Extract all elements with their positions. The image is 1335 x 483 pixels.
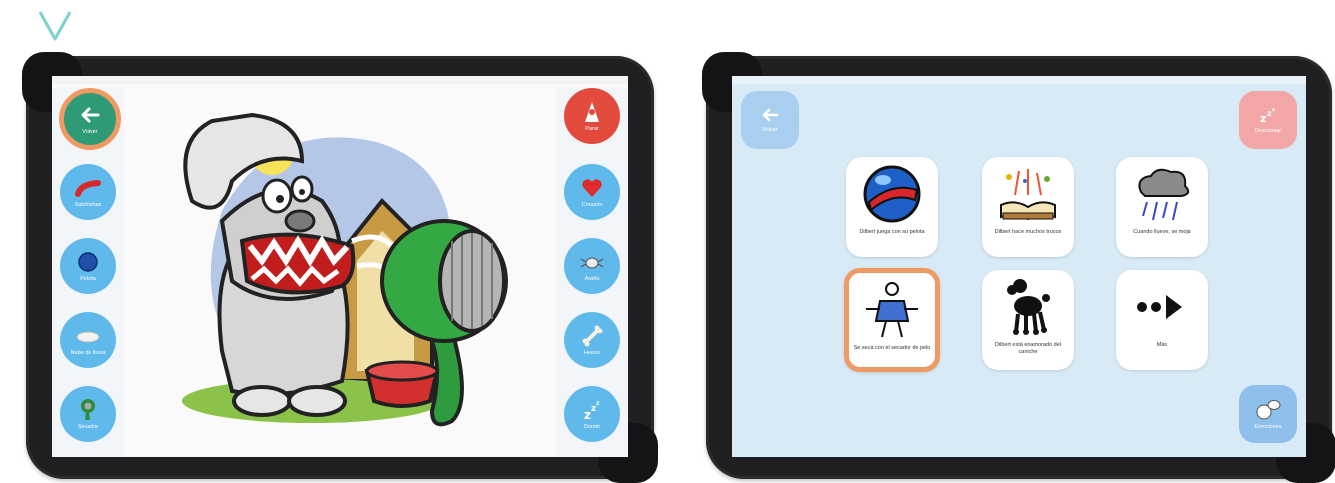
heart-icon — [578, 177, 606, 199]
tile-caption: Dilbert está enamorado del caniche — [994, 342, 1062, 355]
story-tile[interactable]: Dilbert juega con su pelota — [846, 157, 938, 257]
hair-dryer-icon — [74, 398, 102, 421]
bone-label: Hueso — [584, 349, 600, 356]
sleep-icon: zzz — [1260, 107, 1275, 124]
screen-scene: Volver Salchichas Pelota Nube de lluvia — [52, 76, 628, 457]
ball-icon — [74, 251, 102, 273]
bone-icon — [578, 325, 606, 347]
svg-text:z: z — [1272, 107, 1275, 113]
story-tile-selected[interactable]: Se seca con el secador de pelo — [844, 268, 940, 372]
feelings-button[interactable]: Emociones — [1239, 385, 1297, 443]
more-tile[interactable]: Más — [1116, 270, 1208, 370]
spider-icon — [578, 251, 606, 273]
svg-text:z: z — [1260, 112, 1266, 124]
magic-book-icon — [992, 163, 1064, 225]
spider-label: Araña — [584, 275, 600, 282]
tile-caption: Cuando llueve, se moja — [1133, 229, 1191, 235]
hair-dryer-person-icon — [856, 279, 928, 341]
hair-dryer-label: Secador — [77, 423, 99, 430]
sleep-button[interactable]: zzz Dormir — [564, 386, 620, 442]
stop-icon — [578, 101, 606, 123]
back-label: Volver — [82, 128, 98, 135]
tablet-right: Volver zzz Descansar Emociones Dilbert j… — [702, 52, 1335, 483]
feelings-label: Emociones — [1254, 423, 1282, 430]
tile-caption: Más — [1156, 342, 1168, 348]
rain-cloud-icon — [1126, 163, 1198, 225]
svg-text:z: z — [584, 408, 591, 421]
window-titlebar — [732, 76, 1306, 84]
thinking-face-icon — [1256, 399, 1281, 419]
cloud-icon — [74, 325, 102, 347]
back-button[interactable]: Volver — [59, 88, 121, 150]
sausage-button[interactable]: Salchichas — [60, 164, 116, 220]
stop-button[interactable]: Parar — [564, 88, 620, 144]
rest-button[interactable]: zzz Descansar — [1239, 91, 1297, 149]
cloud-label: Nube de lluvia — [70, 349, 106, 356]
stop-label: Parar — [585, 125, 599, 132]
dog-illustration — [182, 112, 508, 427]
sleep-label: Dormir — [583, 423, 601, 430]
svg-text:z: z — [596, 400, 600, 407]
arrow-left-icon — [762, 108, 779, 122]
back-label: Volver — [762, 127, 778, 133]
more-arrow-icon — [1126, 276, 1198, 338]
hair-dryer-button[interactable]: Secador — [60, 386, 116, 442]
ball-label: Pelota — [80, 275, 96, 282]
story-tile[interactable]: Cuando llueve, se moja — [1116, 157, 1208, 257]
rest-label: Descansar — [1254, 128, 1282, 134]
story-tile[interactable]: Dilbert está enamorado del caniche — [982, 270, 1074, 370]
heart-button[interactable]: Corazón — [564, 164, 620, 220]
ball-button[interactable]: Pelota — [60, 238, 116, 294]
story-tile[interactable]: Dilbert hace muchos trucos — [982, 157, 1074, 257]
back-button[interactable]: Volver — [741, 91, 799, 149]
spider-button[interactable]: Araña — [564, 238, 620, 294]
sausage-label: Salchichas — [74, 201, 102, 208]
screen-story-menu: Volver zzz Descansar Emociones Dilbert j… — [732, 76, 1306, 457]
bone-button[interactable]: Hueso — [564, 312, 620, 368]
brand-logo — [38, 11, 72, 41]
tile-caption: Dilbert juega con su pelota — [859, 229, 925, 235]
arrow-left-icon — [76, 104, 104, 126]
poodle-icon — [992, 276, 1064, 338]
ball-icon — [856, 163, 928, 225]
tablet-left: Volver Salchichas Pelota Nube de lluvia — [22, 52, 658, 483]
heart-label: Corazón — [581, 201, 603, 208]
tile-caption: Se seca con el secador de pelo — [853, 345, 931, 351]
tile-caption: Dilbert hace muchos trucos — [994, 229, 1062, 235]
cloud-button[interactable]: Nube de lluvia — [60, 312, 116, 368]
sleep-icon: zzz — [578, 399, 606, 421]
window-titlebar — [52, 76, 628, 84]
sausage-icon — [74, 177, 102, 199]
